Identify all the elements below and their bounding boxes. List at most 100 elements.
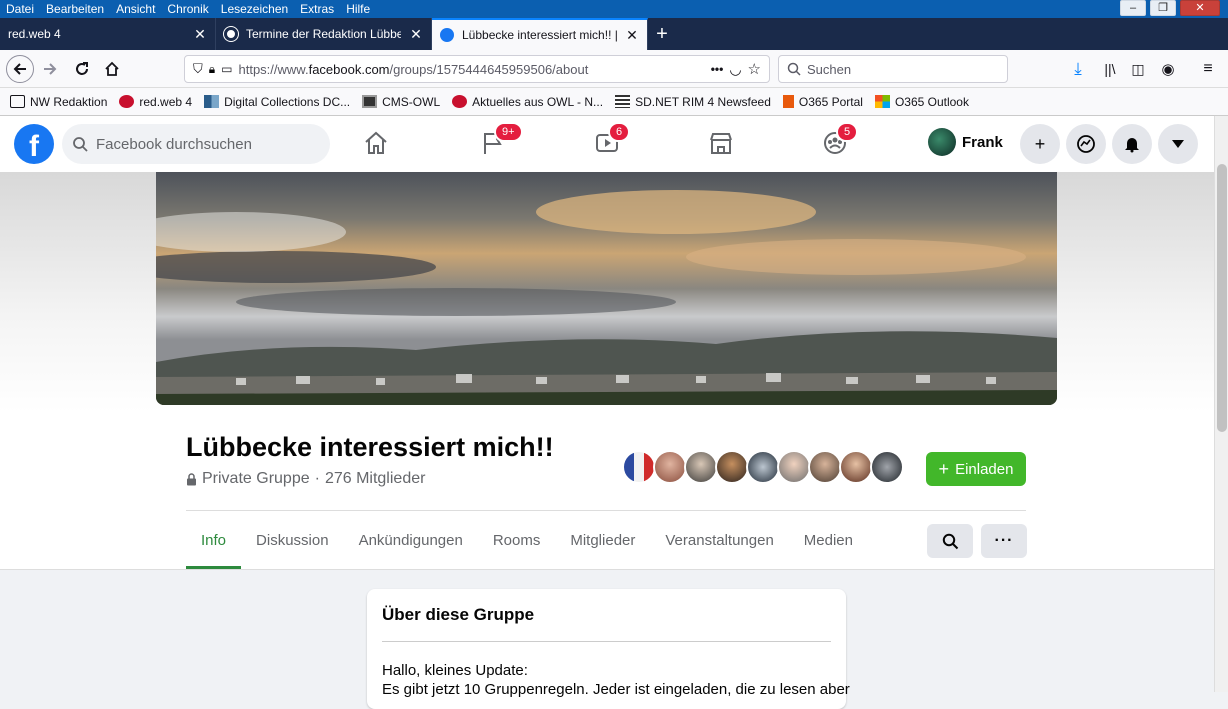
bookmark-label: O365 Outlook bbox=[894, 94, 969, 109]
avatar[interactable] bbox=[622, 450, 656, 484]
avatar[interactable] bbox=[808, 450, 842, 484]
tab-veranstaltungen[interactable]: Veranstaltungen bbox=[650, 512, 788, 569]
tab-info[interactable]: Info bbox=[186, 512, 242, 569]
avatar[interactable] bbox=[684, 450, 718, 484]
home-icon[interactable] bbox=[98, 55, 126, 83]
messenger-icon[interactable] bbox=[1066, 124, 1106, 164]
groups-icon[interactable]: 5 bbox=[820, 122, 859, 158]
menu-extras[interactable]: Extras bbox=[294, 0, 340, 18]
avatar[interactable] bbox=[839, 450, 873, 484]
create-plus-button[interactable]: + bbox=[1020, 124, 1060, 164]
home-nav-icon[interactable] bbox=[361, 128, 391, 158]
about-title: Über diese Gruppe bbox=[382, 605, 535, 624]
account-icon[interactable]: ◉ bbox=[1154, 55, 1182, 83]
tab-diskussion[interactable]: Diskussion bbox=[241, 512, 344, 569]
more-options-icon[interactable]: ··· bbox=[981, 524, 1027, 558]
maximize-button[interactable]: ❐ bbox=[1150, 0, 1176, 16]
avatar bbox=[928, 128, 956, 156]
sidebar-icon[interactable]: ◫ bbox=[1124, 55, 1152, 83]
menu-lesezeichen[interactable]: Lesezeichen bbox=[215, 0, 294, 18]
bookmark-item[interactable]: NW Redaktion bbox=[10, 95, 107, 109]
search-icon bbox=[787, 62, 801, 76]
tracking-shield-icon[interactable]: ⛉ bbox=[193, 61, 203, 77]
profile-name: Frank bbox=[962, 133, 1003, 151]
account-dropdown-icon[interactable] bbox=[1158, 124, 1198, 164]
divider bbox=[186, 510, 1026, 511]
group-title[interactable]: Lübbecke interessiert mich!! bbox=[186, 432, 554, 463]
bookmark-item[interactable]: Digital Collections DC... bbox=[204, 95, 350, 109]
close-tab-icon[interactable]: ✕ bbox=[409, 26, 423, 43]
bookmark-item[interactable]: O365 Portal bbox=[782, 94, 863, 109]
menu-chronik[interactable]: Chronik bbox=[161, 0, 214, 18]
reload-icon[interactable] bbox=[68, 55, 96, 83]
forward-icon[interactable] bbox=[36, 55, 64, 83]
tab-rooms[interactable]: Rooms bbox=[478, 512, 556, 569]
scrollbar[interactable] bbox=[1214, 116, 1228, 692]
tab-mitglieder[interactable]: Mitglieder bbox=[555, 512, 650, 569]
search-bar[interactable]: Suchen bbox=[778, 55, 1008, 83]
scrollbar-thumb[interactable] bbox=[1217, 164, 1227, 432]
bookmarks-bar: NW Redaktion red.web 4 Digital Collectio… bbox=[0, 88, 1228, 116]
watch-video-icon[interactable]: 6 bbox=[592, 122, 631, 158]
url-bar[interactable]: ⛉ 🔒︎ ▭ https://www.facebook.com/groups/1… bbox=[184, 55, 770, 83]
tab-medien[interactable]: Medien bbox=[789, 512, 868, 569]
about-line: Es gibt jetzt 10 Gruppenregeln. Jeder is… bbox=[382, 681, 850, 698]
back-icon[interactable] bbox=[6, 55, 34, 83]
close-tab-icon[interactable]: ✕ bbox=[625, 27, 639, 44]
notifications-bell-icon[interactable] bbox=[1112, 124, 1152, 164]
window-controls: – ❐ ✕ bbox=[1120, 0, 1220, 16]
avatar[interactable] bbox=[715, 450, 749, 484]
profile-link[interactable]: Frank bbox=[928, 128, 1003, 156]
avatar[interactable] bbox=[653, 450, 687, 484]
tab-title: Lübbecke interessiert mich!! | F bbox=[462, 28, 617, 42]
bookmark-item[interactable]: O365 Outlook bbox=[874, 94, 969, 109]
nw-icon bbox=[452, 95, 468, 108]
pages-flag-icon[interactable]: 9+ bbox=[478, 122, 523, 158]
permissions-icon[interactable]: ▭ bbox=[221, 62, 232, 76]
menu-bearbeiten[interactable]: Bearbeiten bbox=[40, 0, 110, 18]
facebook-logo-icon[interactable]: f bbox=[14, 124, 54, 164]
close-tab-icon[interactable]: ✕ bbox=[193, 26, 207, 43]
browser-tab[interactable]: red.web 4 ✕ bbox=[0, 18, 216, 50]
page-actions-icon[interactable]: ••• bbox=[711, 62, 724, 76]
minimize-button[interactable]: – bbox=[1120, 0, 1146, 16]
new-tab-button[interactable]: + bbox=[648, 18, 676, 50]
bookmark-star-icon[interactable]: ☆ bbox=[748, 60, 761, 78]
group-search-button[interactable] bbox=[927, 524, 973, 558]
download-icon[interactable]: ⤓ bbox=[1064, 55, 1092, 83]
library-icon[interactable]: ||\ bbox=[1096, 55, 1124, 83]
avatar[interactable] bbox=[746, 450, 780, 484]
pocket-icon[interactable]: ◡ bbox=[729, 61, 741, 78]
menu-hamburger-icon[interactable]: ≡ bbox=[1194, 55, 1222, 83]
close-window-button[interactable]: ✕ bbox=[1180, 0, 1220, 16]
tab-ankuendigungen[interactable]: Ankündigungen bbox=[344, 512, 478, 569]
pages-badge: 9+ bbox=[494, 122, 523, 142]
tab-title: Termine der Redaktion Lübbecke bbox=[246, 27, 401, 41]
url-text: https://www.facebook.com/groups/15754446… bbox=[239, 62, 705, 77]
marketplace-icon[interactable] bbox=[706, 128, 736, 158]
facebook-search-placeholder: Facebook durchsuchen bbox=[96, 135, 252, 153]
bookmark-item[interactable]: red.web 4 bbox=[119, 95, 192, 109]
bookmark-label: SD.NET RIM 4 Newsfeed bbox=[635, 94, 771, 109]
menu-hilfe[interactable]: Hilfe bbox=[340, 0, 376, 18]
invite-button[interactable]: + Einladen bbox=[926, 452, 1026, 486]
bookmark-item[interactable]: SD.NET RIM 4 Newsfeed bbox=[615, 95, 771, 109]
facebook-search-input[interactable]: Facebook durchsuchen bbox=[62, 124, 330, 164]
about-card: Über diese Gruppe Hallo, kleines Update:… bbox=[367, 589, 850, 709]
menu-ansicht[interactable]: Ansicht bbox=[110, 0, 161, 18]
bookmark-label: O365 Portal bbox=[798, 94, 863, 109]
windows-icon bbox=[874, 95, 890, 108]
lock-icon bbox=[187, 472, 196, 485]
lock-icon[interactable]: 🔒︎ bbox=[209, 62, 215, 77]
invite-label: Einladen bbox=[955, 460, 1014, 478]
browser-tab-active[interactable]: Lübbecke interessiert mich!! | F ✕ bbox=[432, 18, 648, 50]
tab-bar: red.web 4 ✕ Termine der Redaktion Lübbec… bbox=[0, 18, 1228, 50]
avatar[interactable] bbox=[777, 450, 811, 484]
menu-datei[interactable]: Datei bbox=[0, 0, 40, 18]
member-count[interactable]: 276 Mitglieder bbox=[325, 470, 426, 488]
avatar[interactable] bbox=[870, 450, 904, 484]
bookmark-item[interactable]: Aktuelles aus OWL - N... bbox=[452, 95, 603, 109]
group-header-section: Lübbecke interessiert mich!! Private Gru… bbox=[0, 412, 1214, 570]
browser-tab[interactable]: Termine der Redaktion Lübbecke ✕ bbox=[216, 18, 432, 50]
bookmark-item[interactable]: CMS-OWL bbox=[362, 95, 440, 109]
